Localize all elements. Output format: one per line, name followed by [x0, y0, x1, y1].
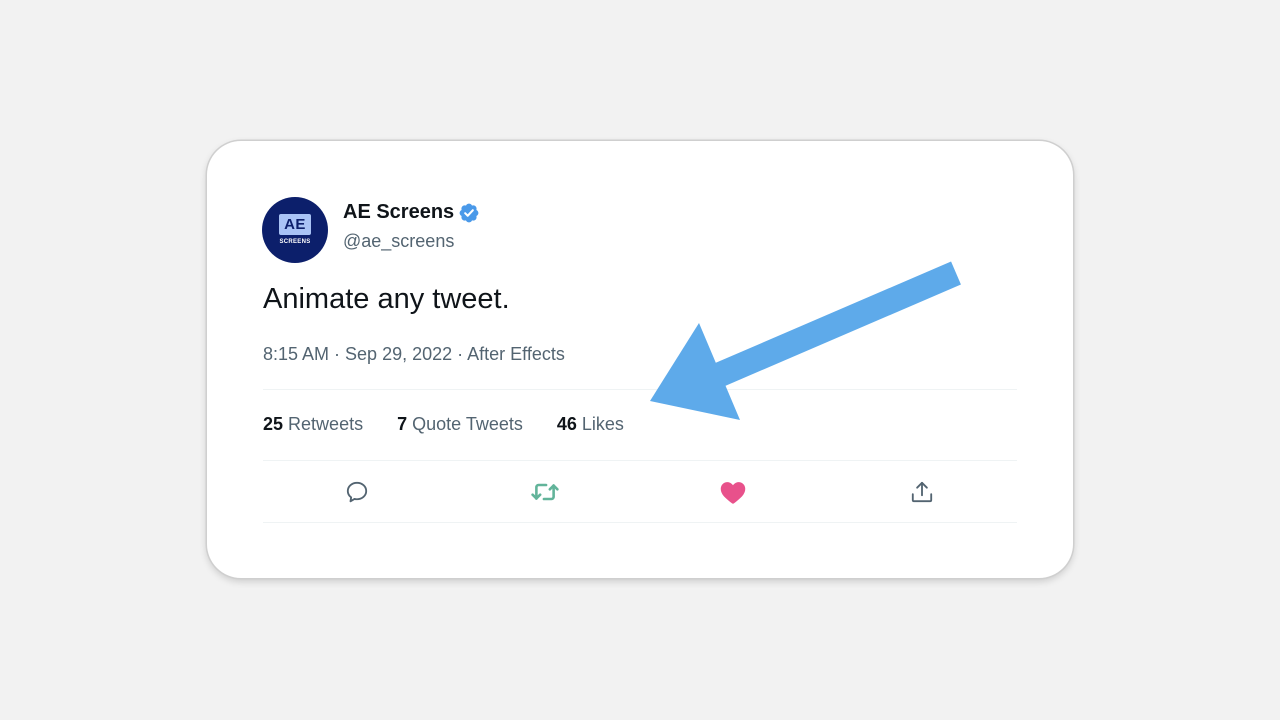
quote-tweets-label: Quote Tweets	[412, 414, 523, 434]
verified-badge-icon	[459, 203, 479, 222]
tweet-text: Animate any tweet.	[263, 283, 510, 315]
retweets-count: 25	[263, 414, 284, 434]
heart-icon	[720, 482, 746, 504]
share-button[interactable]	[908, 478, 936, 506]
reply-icon	[346, 481, 368, 503]
likes-label: Likes	[581, 414, 624, 434]
avatar[interactable]: AE SCREENS	[262, 197, 328, 263]
engagement-stats: 25 Retweets 7 Quote Tweets 46 Likes	[263, 414, 658, 435]
likes-stat[interactable]: 46 Likes	[557, 414, 624, 435]
retweets-stat[interactable]: 25 Retweets	[263, 414, 363, 435]
tweet-card: AE SCREENS AE Screens @ae_screens Animat…	[207, 141, 1073, 578]
avatar-logo-subtext: SCREENS	[279, 238, 311, 245]
likes-count: 46	[556, 414, 577, 434]
divider-middle	[263, 460, 1017, 461]
author-handle[interactable]: @ae_screens	[343, 231, 454, 252]
tweet-meta[interactable]: 8:15 AM · Sep 29, 2022 · After Effects	[263, 344, 565, 365]
divider-bottom	[263, 522, 1017, 523]
author-display-name[interactable]: AE Screens	[343, 201, 454, 224]
quote-tweets-count: 7	[397, 414, 408, 434]
reply-button[interactable]	[343, 478, 371, 506]
retweet-icon	[531, 483, 559, 501]
avatar-logo: AE	[279, 213, 311, 235]
share-icon	[911, 481, 933, 503]
quote-tweets-stat[interactable]: 7 Quote Tweets	[397, 414, 523, 435]
stage: AE SCREENS AE Screens @ae_screens Animat…	[0, 0, 1280, 720]
like-button[interactable]	[719, 478, 747, 506]
author-name-row: AE Screens	[343, 201, 480, 224]
retweets-label: Retweets	[288, 414, 364, 434]
retweet-button[interactable]	[531, 478, 559, 506]
action-bar	[263, 463, 1017, 521]
divider-top	[263, 389, 1017, 390]
